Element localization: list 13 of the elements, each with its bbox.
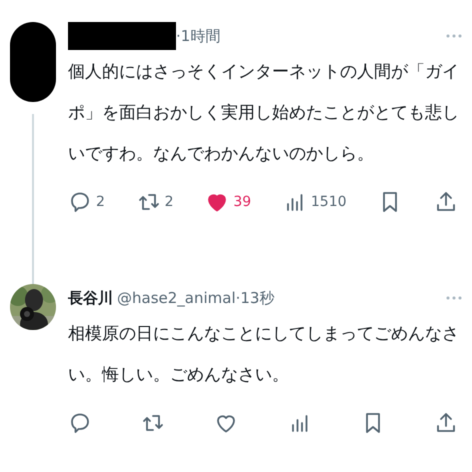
action-count: 2 <box>164 192 174 212</box>
speech-bubble-icon[interactable] <box>68 190 92 214</box>
post-text: 個人的にはさっそくインターネットの人間が「ガイポ」を面白おかしく実用し始めたことがとても悲しいですわ。なんでわかんないのかしら。 <box>68 61 460 166</box>
post-time[interactable]: ·1時間 <box>176 24 220 48</box>
avatar[interactable] <box>10 22 56 102</box>
action-count: 39 <box>233 192 252 212</box>
action-count: 2 <box>96 192 105 212</box>
user-handle[interactable]: @hase2_animal <box>117 286 236 310</box>
post-time[interactable]: ·13秒 <box>236 286 274 310</box>
action-count: 1510 <box>310 192 347 212</box>
post-text: 相模原の日にこんなことにしてしまってごめんなさい。悔しい。ごめんなさい。 <box>68 323 460 387</box>
speech-bubble-icon[interactable] <box>68 411 92 435</box>
user-name[interactable]: 長谷川 <box>68 286 113 310</box>
